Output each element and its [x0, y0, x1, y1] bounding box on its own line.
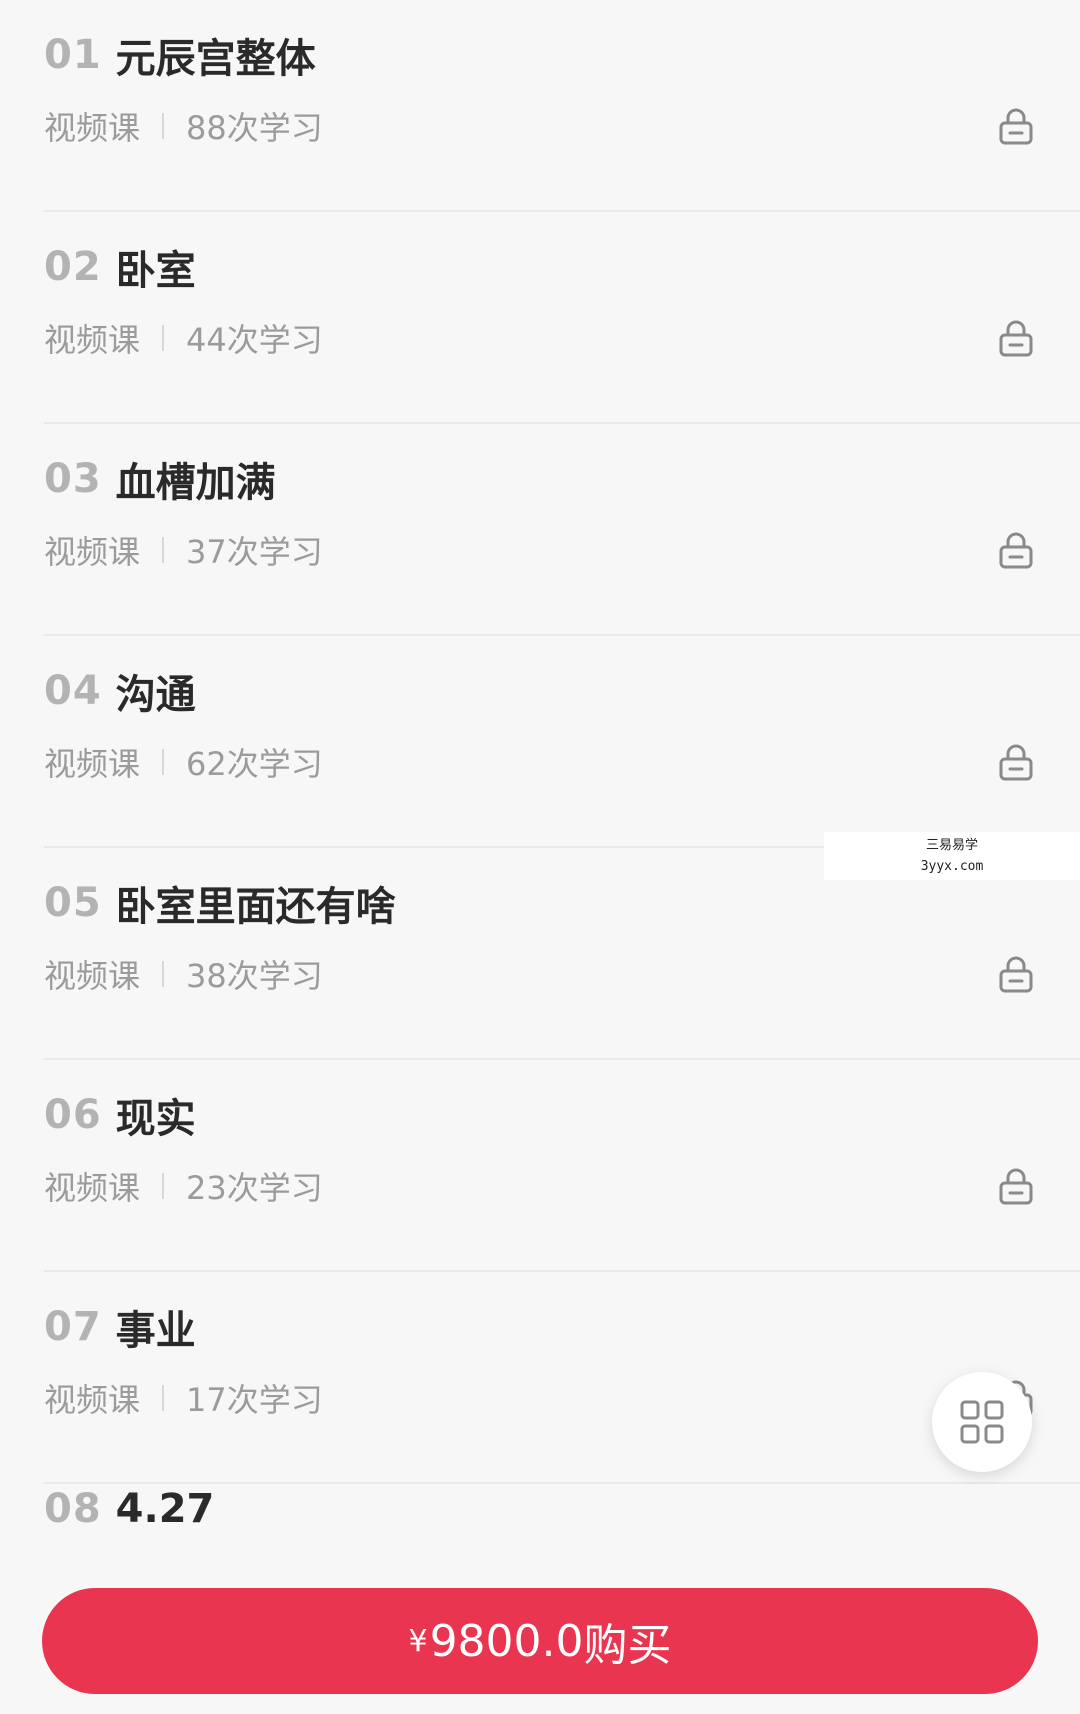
lesson-study-count: 44次学习	[186, 321, 323, 359]
lesson-study-count: 37次学习	[186, 533, 323, 571]
lesson-item-08[interactable]: 08 4.27	[44, 1484, 1080, 1584]
lesson-type: 视频课	[44, 533, 141, 571]
lesson-meta: 视频课 88次学习	[44, 104, 323, 148]
lesson-number: 02	[44, 244, 102, 290]
lesson-type: 视频课	[44, 1169, 141, 1207]
lesson-title: 血槽加满	[115, 460, 276, 506]
meta-divider	[162, 1173, 165, 1199]
lesson-item-06[interactable]: 06 现实 视频课 23次学习	[44, 1060, 1080, 1272]
lesson-study-count: 23次学习	[186, 1169, 323, 1207]
buy-price: 9800.0	[429, 1615, 584, 1667]
lesson-number: 05	[44, 880, 102, 926]
meta-divider	[162, 325, 165, 351]
lesson-title-row: 05 卧室里面还有啥	[44, 878, 396, 930]
lesson-type: 视频课	[44, 957, 141, 995]
lesson-title: 卧室里面还有啥	[115, 884, 396, 930]
lesson-title-row: 08 4.27	[44, 1484, 214, 1534]
lesson-type: 视频课	[44, 321, 141, 359]
meta-divider	[162, 961, 165, 987]
lesson-type: 视频课	[44, 109, 141, 147]
lesson-title-row: 03 血槽加满	[44, 454, 276, 506]
watermark-name: 三易易学	[925, 838, 978, 853]
lesson-item-01[interactable]: 01 元辰宫整体 视频课 88次学习	[44, 0, 1080, 212]
lesson-meta: 视频课 17次学习	[44, 1376, 323, 1420]
grid-icon	[960, 1400, 1004, 1444]
lesson-title: 4.27	[115, 1486, 215, 1532]
lesson-title-row: 07 事业	[44, 1302, 196, 1354]
watermark: 三易易学 3yyx.com	[824, 832, 1080, 880]
lock-icon	[999, 956, 1033, 993]
float-menu-button[interactable]	[932, 1372, 1032, 1472]
lesson-study-count: 38次学习	[186, 957, 323, 995]
lesson-title: 事业	[115, 1308, 196, 1354]
lesson-item-04[interactable]: 04 沟通 视频课 62次学习	[44, 636, 1080, 848]
lock-icon	[999, 320, 1033, 357]
meta-divider	[162, 749, 165, 775]
meta-divider	[162, 1385, 165, 1411]
lesson-study-count: 88次学习	[186, 109, 323, 147]
meta-divider	[162, 537, 165, 563]
lesson-number: 08	[44, 1486, 102, 1532]
watermark-url: 3yyx.com	[920, 859, 984, 874]
lesson-item-07[interactable]: 07 事业 视频课 17次学习	[44, 1272, 1080, 1484]
buy-button[interactable]: ¥ 9800.0 购买	[42, 1588, 1038, 1694]
lesson-title-row: 02 卧室	[44, 242, 196, 294]
lesson-item-03[interactable]: 03 血槽加满 视频课 37次学习	[44, 424, 1080, 636]
lesson-number: 04	[44, 668, 102, 714]
lock-icon	[999, 744, 1033, 781]
lesson-title-row: 06 现实	[44, 1090, 196, 1142]
lesson-title: 卧室	[115, 248, 196, 294]
lesson-meta: 视频课 38次学习	[44, 952, 323, 996]
lesson-title: 现实	[115, 1096, 196, 1142]
lesson-item-02[interactable]: 02 卧室 视频课 44次学习	[44, 212, 1080, 424]
lesson-meta: 视频课 44次学习	[44, 316, 323, 360]
lesson-number: 03	[44, 456, 102, 502]
lesson-title: 沟通	[115, 672, 196, 718]
lesson-title: 元辰宫整体	[115, 36, 316, 82]
lesson-title-row: 04 沟通	[44, 666, 196, 718]
lock-icon	[999, 108, 1033, 145]
lesson-meta: 视频课 62次学习	[44, 740, 323, 784]
lock-icon	[999, 532, 1033, 569]
lesson-number: 01	[44, 32, 102, 78]
lesson-number: 06	[44, 1092, 102, 1138]
lesson-study-count: 62次学习	[186, 745, 323, 783]
buy-label: 购买	[583, 1620, 672, 1671]
lesson-meta: 视频课 23次学习	[44, 1164, 323, 1208]
currency-symbol: ¥	[408, 1623, 428, 1659]
lesson-meta: 视频课 37次学习	[44, 528, 323, 572]
lesson-type: 视频课	[44, 1381, 141, 1419]
meta-divider	[162, 113, 165, 139]
lesson-type: 视频课	[44, 745, 141, 783]
lesson-title-row: 01 元辰宫整体	[44, 30, 316, 82]
lock-icon	[999, 1168, 1033, 1205]
lesson-study-count: 17次学习	[186, 1381, 323, 1419]
lesson-number: 07	[44, 1304, 102, 1350]
